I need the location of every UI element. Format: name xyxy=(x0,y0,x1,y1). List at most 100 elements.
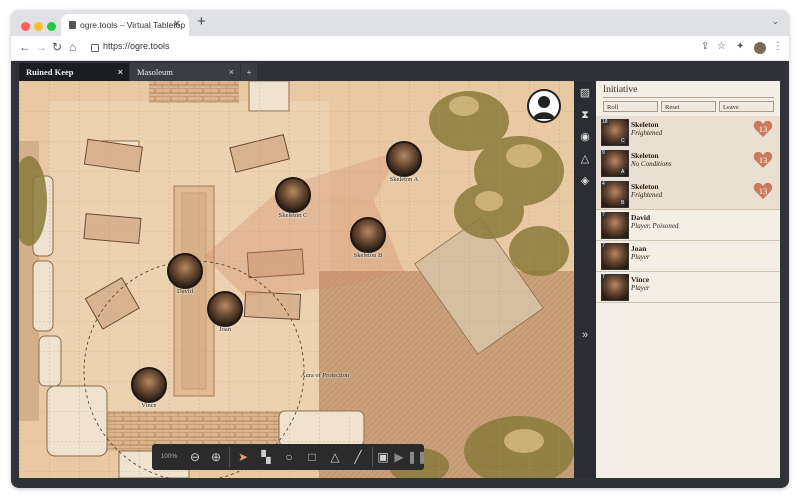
initiative-row[interactable]: 4 B Skeleton Frightened 13 xyxy=(596,178,780,210)
pause-icon[interactable]: ❚❚ xyxy=(407,444,427,470)
condition: Frightened xyxy=(631,129,663,137)
token-label: Vince xyxy=(141,402,157,409)
tool-rail: ▨ ⧗ ◉ △ ◈ » xyxy=(574,81,596,478)
initiative-row[interactable]: 7 David Player, Poisoned xyxy=(596,209,780,241)
hp-heart-icon: 13 xyxy=(753,120,773,138)
tab-ruined-keep[interactable]: Ruined Keep × xyxy=(19,63,129,81)
window-controls xyxy=(21,18,60,36)
combatant-name: Joan xyxy=(631,244,647,253)
maximize-window-button[interactable] xyxy=(47,22,56,31)
toolbar-divider xyxy=(229,447,230,467)
close-tab-icon[interactable]: × xyxy=(118,63,123,81)
expand-icon[interactable]: » xyxy=(577,327,593,343)
token-skeleton-c[interactable] xyxy=(275,177,311,213)
initiative-roll: 7 xyxy=(601,274,606,280)
square-icon[interactable]: □ xyxy=(301,444,323,470)
combatant-name: Skeleton xyxy=(631,151,659,160)
home-icon[interactable]: ⌂ xyxy=(69,40,76,54)
bookmark-star-icon[interactable]: ☆ xyxy=(717,41,726,52)
tab-search-icon[interactable]: ⌄ xyxy=(771,16,779,27)
lock-icon xyxy=(91,44,99,52)
hp-value: 13 xyxy=(758,124,768,134)
zoom-in-icon[interactable]: ⊕ xyxy=(206,444,226,470)
app-area: Ruined Keep × Masoleum × + Skeleton A Sk… xyxy=(11,61,789,488)
browser-tab-title: ogre.tools – Virtual Tabletop xyxy=(80,20,186,30)
browser-window: ogre.tools – Virtual Tabletop ✕ + ⌄ ← → … xyxy=(11,10,789,488)
browser-toolbar: ← → ↻ ⌂ https://ogre.tools ⇪ ☆ ✦ ⋮ xyxy=(11,36,789,61)
pointer-icon[interactable]: ➤ xyxy=(232,444,254,470)
forward-icon[interactable]: → xyxy=(35,40,47,54)
dice-icon[interactable]: ◈ xyxy=(577,173,593,189)
condition: Player xyxy=(631,253,650,261)
map-toolbar: 100% ⊖ ⊕ ➤ ▚ ○ □ △ ╱ ▣ ▶ ❚❚ xyxy=(152,444,427,470)
back-icon[interactable]: ← xyxy=(19,40,31,54)
minimize-window-button[interactable] xyxy=(34,22,43,31)
initiative-roll: 9 xyxy=(601,150,606,156)
user-avatar[interactable] xyxy=(527,89,561,123)
triangle-icon[interactable]: △ xyxy=(324,444,346,470)
hp-heart-icon: 13 xyxy=(753,182,773,200)
line-icon[interactable]: ╱ xyxy=(347,444,369,470)
combatant-name: Skeleton xyxy=(631,120,659,129)
zoom-out-icon[interactable]: ⊖ xyxy=(185,444,205,470)
close-tab-icon[interactable]: ✕ xyxy=(173,14,181,36)
combatant-name: Vince xyxy=(631,275,650,284)
condition: Frightened xyxy=(631,191,663,199)
token-david[interactable] xyxy=(167,253,203,289)
token-skeleton-a[interactable] xyxy=(386,141,422,177)
hp-value: 13 xyxy=(758,186,768,196)
combatant-name: David xyxy=(631,213,651,222)
image-icon[interactable]: ▨ xyxy=(577,85,593,101)
condition: Player, Poisoned xyxy=(631,222,679,230)
map-artwork xyxy=(19,81,574,478)
new-tab-button[interactable]: + xyxy=(197,13,206,30)
hp-heart-icon: 13 xyxy=(753,151,773,169)
leave-button[interactable]: Leave xyxy=(719,101,774,112)
browser-tab[interactable]: ogre.tools – Virtual Tabletop ✕ xyxy=(61,14,189,36)
token-label: Skeleton B xyxy=(353,252,383,259)
combatant-name: Skeleton xyxy=(631,182,659,191)
scene-icon[interactable]: ▣ xyxy=(375,444,391,470)
battle-map[interactable]: Skeleton A Skeleton C Skeleton B David J… xyxy=(19,81,574,478)
extensions-icon[interactable]: ✦ xyxy=(736,41,744,52)
initiative-row[interactable]: 9 A Skeleton No Conditions 13 xyxy=(596,147,780,179)
token-id: C xyxy=(620,138,626,144)
reset-button[interactable]: Reset xyxy=(661,101,716,112)
close-tab-icon[interactable]: × xyxy=(229,63,234,81)
zoom-level: 100% xyxy=(160,453,178,460)
aura-label: Aura of Protection xyxy=(300,372,350,379)
divider xyxy=(603,97,774,98)
address-bar[interactable]: https://ogre.tools xyxy=(103,41,170,51)
initiative-row[interactable]: 7 Vince Player xyxy=(596,271,780,303)
roll-button[interactable]: Roll xyxy=(603,101,658,112)
initiative-roll: 4 xyxy=(601,181,606,187)
triangle-icon[interactable]: △ xyxy=(577,151,593,167)
reload-icon[interactable]: ↻ xyxy=(52,40,62,54)
circle-icon[interactable]: ○ xyxy=(278,444,300,470)
token-id: A xyxy=(620,169,626,175)
token-joan[interactable] xyxy=(207,291,243,327)
browser-menu-icon[interactable]: ⋮ xyxy=(773,41,783,52)
initiative-row[interactable]: 7 Joan Player xyxy=(596,240,780,272)
profile-avatar[interactable] xyxy=(754,42,766,54)
token-label: Joan xyxy=(219,326,231,333)
token-skeleton-b[interactable] xyxy=(350,217,386,253)
person-icon xyxy=(533,96,555,119)
share-icon[interactable]: ⇪ xyxy=(701,41,709,52)
add-tab-button[interactable]: + xyxy=(241,63,257,81)
hp-value: 13 xyxy=(758,155,768,165)
wall-icon[interactable]: ▚ xyxy=(255,444,277,470)
token-label: Skeleton A xyxy=(389,176,419,183)
close-window-button[interactable] xyxy=(21,22,30,31)
play-icon[interactable]: ▶ xyxy=(392,444,406,470)
hourglass-icon[interactable]: ⧗ xyxy=(577,107,593,123)
tab-label: Ruined Keep xyxy=(26,67,74,77)
tab-masoleum[interactable]: Masoleum × xyxy=(130,63,240,81)
initiative-panel: Initiative Roll Reset Leave 18 C Skeleto… xyxy=(596,81,780,478)
favicon-icon xyxy=(69,21,76,29)
initiative-row[interactable]: 18 C Skeleton Frightened 13 xyxy=(596,116,780,148)
user-icon[interactable]: ◉ xyxy=(577,129,593,145)
panel-title: Initiative xyxy=(603,85,638,95)
token-label: David xyxy=(177,288,193,295)
token-vince[interactable] xyxy=(131,367,167,403)
